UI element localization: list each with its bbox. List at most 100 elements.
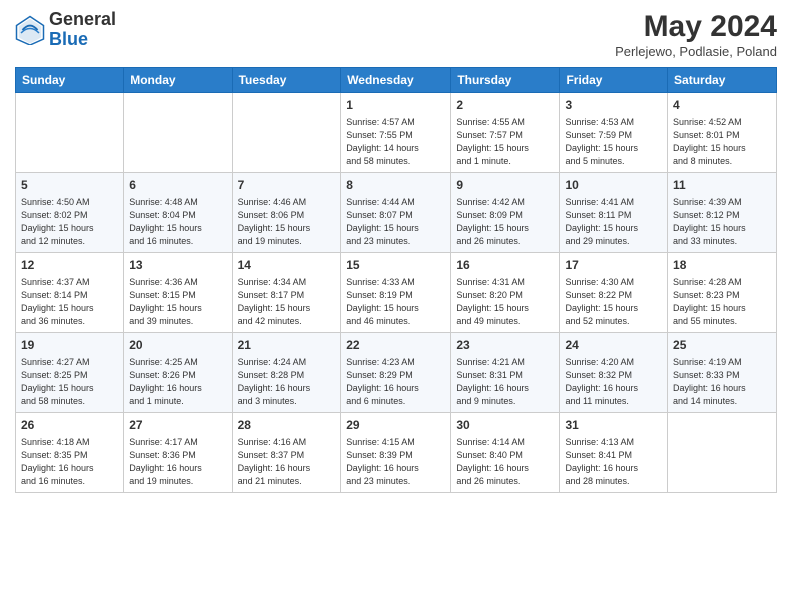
day-info: Sunrise: 4:55 AM Sunset: 7:57 PM Dayligh… (456, 116, 554, 168)
calendar-cell: 9 Sunrise: 4:42 AM Sunset: 8:09 PM Daylig… (451, 172, 560, 252)
day-number: 28 (238, 417, 336, 434)
calendar-week-row: 26Sunrise: 4:18 AM Sunset: 8:35 PM Dayli… (16, 412, 777, 492)
calendar-cell: 21 Sunrise: 4:24 AM Sunset: 8:28 PM Dayli… (232, 332, 341, 412)
day-info: Sunrise: 4:41 AM Sunset: 8:11 PM Dayligh… (565, 196, 662, 248)
day-number: 16 (456, 257, 554, 274)
col-header-thursday: Thursday (451, 68, 560, 93)
day-info: Sunrise: 4:21 AM Sunset: 8:31 PM Dayligh… (456, 356, 554, 408)
day-info: Sunrise: 4:13 AM Sunset: 8:41 PM Dayligh… (565, 436, 662, 488)
day-number: 26 (21, 417, 118, 434)
day-info: Sunrise: 4:20 AM Sunset: 8:32 PM Dayligh… (565, 356, 662, 408)
title-block: May 2024 Perlejewo, Podlasie, Poland (615, 10, 777, 59)
day-info: Sunrise: 4:27 AM Sunset: 8:25 PM Dayligh… (21, 356, 118, 408)
day-number: 25 (673, 337, 771, 354)
calendar-week-row: 12 Sunrise: 4:37 AM Sunset: 8:14 PM Dayli… (16, 252, 777, 332)
day-number: 13 (129, 257, 226, 274)
calendar-cell (232, 93, 341, 173)
calendar: SundayMondayTuesdayWednesdayThursdayFrid… (15, 67, 777, 493)
calendar-cell: 2Sunrise: 4:55 AM Sunset: 7:57 PM Daylig… (451, 93, 560, 173)
calendar-cell: 29 Sunrise: 4:15 AM Sunset: 8:39 PM Dayli… (341, 412, 451, 492)
day-number: 31 (565, 417, 662, 434)
day-number: 21 (238, 337, 336, 354)
day-number: 19 (21, 337, 118, 354)
day-info: Sunrise: 4:44 AM Sunset: 8:07 PM Dayligh… (346, 196, 445, 248)
day-info: Sunrise: 4:30 AM Sunset: 8:22 PM Dayligh… (565, 276, 662, 328)
day-info: Sunrise: 4:39 AM Sunset: 8:12 PM Dayligh… (673, 196, 771, 248)
calendar-cell: 18 Sunrise: 4:28 AM Sunset: 8:23 PM Dayli… (668, 252, 777, 332)
calendar-cell: 7Sunrise: 4:46 AM Sunset: 8:06 PM Daylig… (232, 172, 341, 252)
logo-blue-text: Blue (49, 29, 88, 49)
calendar-cell: 24 Sunrise: 4:20 AM Sunset: 8:32 PM Dayli… (560, 332, 668, 412)
calendar-cell: 26Sunrise: 4:18 AM Sunset: 8:35 PM Dayli… (16, 412, 124, 492)
calendar-cell: 30 Sunrise: 4:14 AM Sunset: 8:40 PM Dayli… (451, 412, 560, 492)
day-number: 27 (129, 417, 226, 434)
calendar-cell: 27Sunrise: 4:17 AM Sunset: 8:36 PM Dayli… (124, 412, 232, 492)
day-info: Sunrise: 4:28 AM Sunset: 8:23 PM Dayligh… (673, 276, 771, 328)
calendar-cell: 20Sunrise: 4:25 AM Sunset: 8:26 PM Dayli… (124, 332, 232, 412)
day-number: 11 (673, 177, 771, 194)
day-number: 9 (456, 177, 554, 194)
day-number: 12 (21, 257, 118, 274)
day-number: 5 (21, 177, 118, 194)
day-number: 23 (456, 337, 554, 354)
calendar-cell: 13 Sunrise: 4:36 AM Sunset: 8:15 PM Dayli… (124, 252, 232, 332)
calendar-cell: 22Sunrise: 4:23 AM Sunset: 8:29 PM Dayli… (341, 332, 451, 412)
calendar-cell: 8 Sunrise: 4:44 AM Sunset: 8:07 PM Daylig… (341, 172, 451, 252)
calendar-cell: 1 Sunrise: 4:57 AM Sunset: 7:55 PM Daylig… (341, 93, 451, 173)
calendar-cell: 5 Sunrise: 4:50 AM Sunset: 8:02 PM Daylig… (16, 172, 124, 252)
day-number: 30 (456, 417, 554, 434)
day-info: Sunrise: 4:48 AM Sunset: 8:04 PM Dayligh… (129, 196, 226, 248)
calendar-cell: 28 Sunrise: 4:16 AM Sunset: 8:37 PM Dayli… (232, 412, 341, 492)
day-info: Sunrise: 4:57 AM Sunset: 7:55 PM Dayligh… (346, 116, 445, 168)
calendar-cell: 11 Sunrise: 4:39 AM Sunset: 8:12 PM Dayli… (668, 172, 777, 252)
day-info: Sunrise: 4:37 AM Sunset: 8:14 PM Dayligh… (21, 276, 118, 328)
day-number: 22 (346, 337, 445, 354)
day-number: 4 (673, 97, 771, 114)
logo: General Blue (15, 10, 116, 50)
logo-text: General Blue (49, 10, 116, 50)
calendar-week-row: 5 Sunrise: 4:50 AM Sunset: 8:02 PM Daylig… (16, 172, 777, 252)
col-header-friday: Friday (560, 68, 668, 93)
day-number: 1 (346, 97, 445, 114)
calendar-cell: 15 Sunrise: 4:33 AM Sunset: 8:19 PM Dayli… (341, 252, 451, 332)
calendar-cell: 19 Sunrise: 4:27 AM Sunset: 8:25 PM Dayli… (16, 332, 124, 412)
calendar-cell (124, 93, 232, 173)
col-header-tuesday: Tuesday (232, 68, 341, 93)
day-number: 6 (129, 177, 226, 194)
calendar-cell: 17Sunrise: 4:30 AM Sunset: 8:22 PM Dayli… (560, 252, 668, 332)
calendar-cell (668, 412, 777, 492)
calendar-week-row: 19 Sunrise: 4:27 AM Sunset: 8:25 PM Dayli… (16, 332, 777, 412)
calendar-cell: 31 Sunrise: 4:13 AM Sunset: 8:41 PM Dayli… (560, 412, 668, 492)
day-info: Sunrise: 4:15 AM Sunset: 8:39 PM Dayligh… (346, 436, 445, 488)
day-number: 3 (565, 97, 662, 114)
day-info: Sunrise: 4:50 AM Sunset: 8:02 PM Dayligh… (21, 196, 118, 248)
col-header-wednesday: Wednesday (341, 68, 451, 93)
day-number: 8 (346, 177, 445, 194)
day-number: 18 (673, 257, 771, 274)
day-info: Sunrise: 4:19 AM Sunset: 8:33 PM Dayligh… (673, 356, 771, 408)
calendar-cell (16, 93, 124, 173)
day-number: 10 (565, 177, 662, 194)
calendar-cell: 25 Sunrise: 4:19 AM Sunset: 8:33 PM Dayli… (668, 332, 777, 412)
day-number: 24 (565, 337, 662, 354)
calendar-cell: 16 Sunrise: 4:31 AM Sunset: 8:20 PM Dayli… (451, 252, 560, 332)
day-info: Sunrise: 4:36 AM Sunset: 8:15 PM Dayligh… (129, 276, 226, 328)
day-info: Sunrise: 4:31 AM Sunset: 8:20 PM Dayligh… (456, 276, 554, 328)
calendar-cell: 10 Sunrise: 4:41 AM Sunset: 8:11 PM Dayli… (560, 172, 668, 252)
day-info: Sunrise: 4:42 AM Sunset: 8:09 PM Dayligh… (456, 196, 554, 248)
calendar-cell: 12 Sunrise: 4:37 AM Sunset: 8:14 PM Dayli… (16, 252, 124, 332)
day-number: 29 (346, 417, 445, 434)
day-number: 7 (238, 177, 336, 194)
day-info: Sunrise: 4:24 AM Sunset: 8:28 PM Dayligh… (238, 356, 336, 408)
day-info: Sunrise: 4:52 AM Sunset: 8:01 PM Dayligh… (673, 116, 771, 168)
logo-icon (15, 15, 45, 45)
calendar-cell: 14Sunrise: 4:34 AM Sunset: 8:17 PM Dayli… (232, 252, 341, 332)
day-number: 15 (346, 257, 445, 274)
col-header-sunday: Sunday (16, 68, 124, 93)
day-info: Sunrise: 4:16 AM Sunset: 8:37 PM Dayligh… (238, 436, 336, 488)
location-title: Perlejewo, Podlasie, Poland (615, 44, 777, 59)
calendar-cell: 23 Sunrise: 4:21 AM Sunset: 8:31 PM Dayli… (451, 332, 560, 412)
day-info: Sunrise: 4:33 AM Sunset: 8:19 PM Dayligh… (346, 276, 445, 328)
day-info: Sunrise: 4:14 AM Sunset: 8:40 PM Dayligh… (456, 436, 554, 488)
day-number: 20 (129, 337, 226, 354)
